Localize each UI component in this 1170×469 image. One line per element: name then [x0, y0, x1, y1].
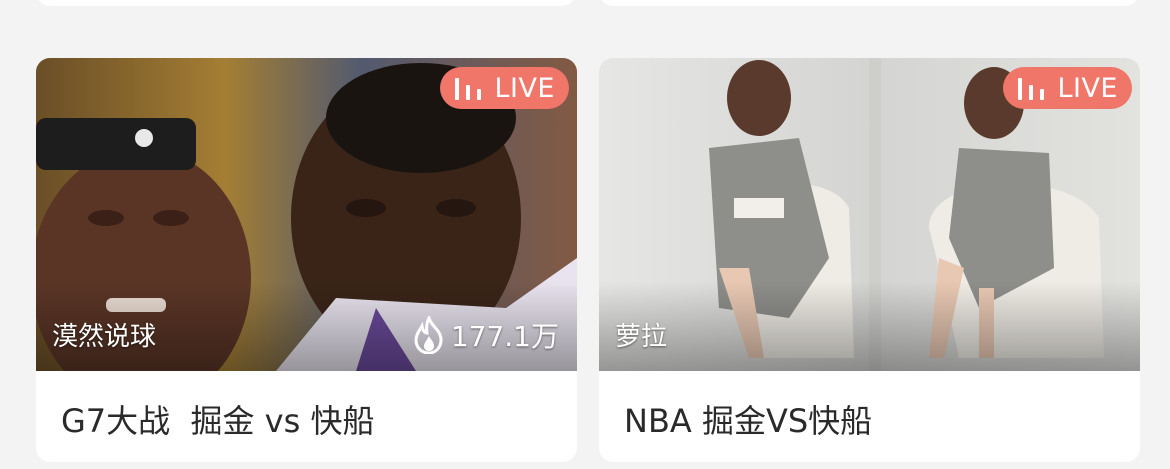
stream-thumbnail[interactable]: LIVE 萝拉	[599, 58, 1140, 371]
bottom-shade	[599, 281, 1140, 371]
live-label: LIVE	[494, 72, 555, 104]
live-bars-icon	[455, 78, 482, 100]
live-feed: LIVE 漠然说球 177.1万 G7大战 掘金 vs 快船 LIVE 萝拉 N…	[0, 0, 1170, 469]
streamer-name: 漠然说球	[52, 322, 157, 352]
flame-icon	[414, 316, 443, 354]
live-bars-icon	[1018, 78, 1045, 100]
previous-card-right[interactable]	[599, 0, 1139, 6]
stream-title: G7大战 掘金 vs 快船	[61, 402, 375, 440]
streamer-name: 萝拉	[615, 322, 668, 352]
stream-thumbnail[interactable]: LIVE 漠然说球 177.1万	[36, 58, 577, 371]
stream-title: NBA 掘金VS快船	[624, 402, 873, 440]
live-badge: LIVE	[1003, 67, 1132, 109]
live-label: LIVE	[1057, 72, 1118, 104]
heat-value: 177.1万	[450, 320, 559, 353]
popularity-count: 177.1万	[411, 315, 559, 355]
previous-card-left[interactable]	[36, 0, 576, 6]
live-card[interactable]: LIVE 漠然说球 177.1万 G7大战 掘金 vs 快船	[36, 58, 577, 462]
live-card[interactable]: LIVE 萝拉 NBA 掘金VS快船	[599, 58, 1140, 462]
live-badge: LIVE	[440, 67, 569, 109]
